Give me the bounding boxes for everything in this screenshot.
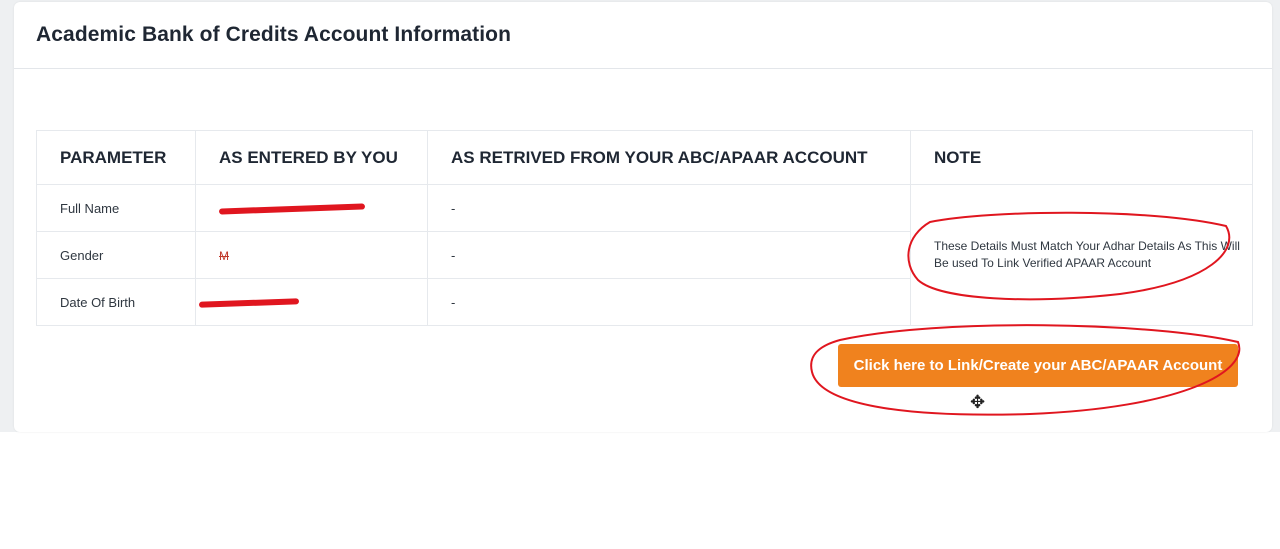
row-retrieved-gender: - — [427, 231, 911, 279]
row-parameter-full-name: Full Name — [36, 184, 196, 232]
abc-info-card: Academic Bank of Credits Account Informa… — [14, 2, 1272, 432]
abc-details-table: PARAMETER AS ENTERED BY YOU AS RETRIVED … — [36, 130, 1253, 326]
page-title: Academic Bank of Credits Account Informa… — [36, 23, 512, 46]
row-entered-full-name — [195, 184, 428, 232]
header-note: NOTE — [910, 130, 1253, 185]
row-parameter-dob: Date Of Birth — [36, 278, 196, 326]
header-retrieved: AS RETRIVED FROM YOUR ABC/APAAR ACCOUNT — [427, 130, 911, 185]
note-cell: These Details Must Match Your Adhar Deta… — [910, 184, 1253, 326]
row-entered-gender: M — [195, 231, 428, 279]
table-header-row: PARAMETER AS ENTERED BY YOU AS RETRIVED … — [36, 130, 1253, 185]
redaction-mark — [218, 203, 366, 215]
note-text: These Details Must Match Your Adhar Deta… — [934, 239, 1240, 270]
move-cursor-icon: ✥ — [970, 392, 986, 413]
redaction-mark — [198, 298, 300, 308]
row-retrieved-dob: - — [427, 278, 911, 326]
card-header: Academic Bank of Credits Account Informa… — [14, 2, 1272, 69]
table-row: Full Name - These Details Must Match You… — [36, 184, 1253, 326]
row-parameter-gender: Gender — [36, 231, 196, 279]
row-entered-dob — [195, 278, 428, 326]
link-abc-account-button[interactable]: Click here to Link/Create your ABC/APAAR… — [838, 344, 1238, 387]
gender-value: M — [219, 248, 229, 263]
row-retrieved-full-name: - — [427, 184, 911, 232]
header-parameter: PARAMETER — [36, 130, 196, 185]
header-entered: AS ENTERED BY YOU — [195, 130, 428, 185]
